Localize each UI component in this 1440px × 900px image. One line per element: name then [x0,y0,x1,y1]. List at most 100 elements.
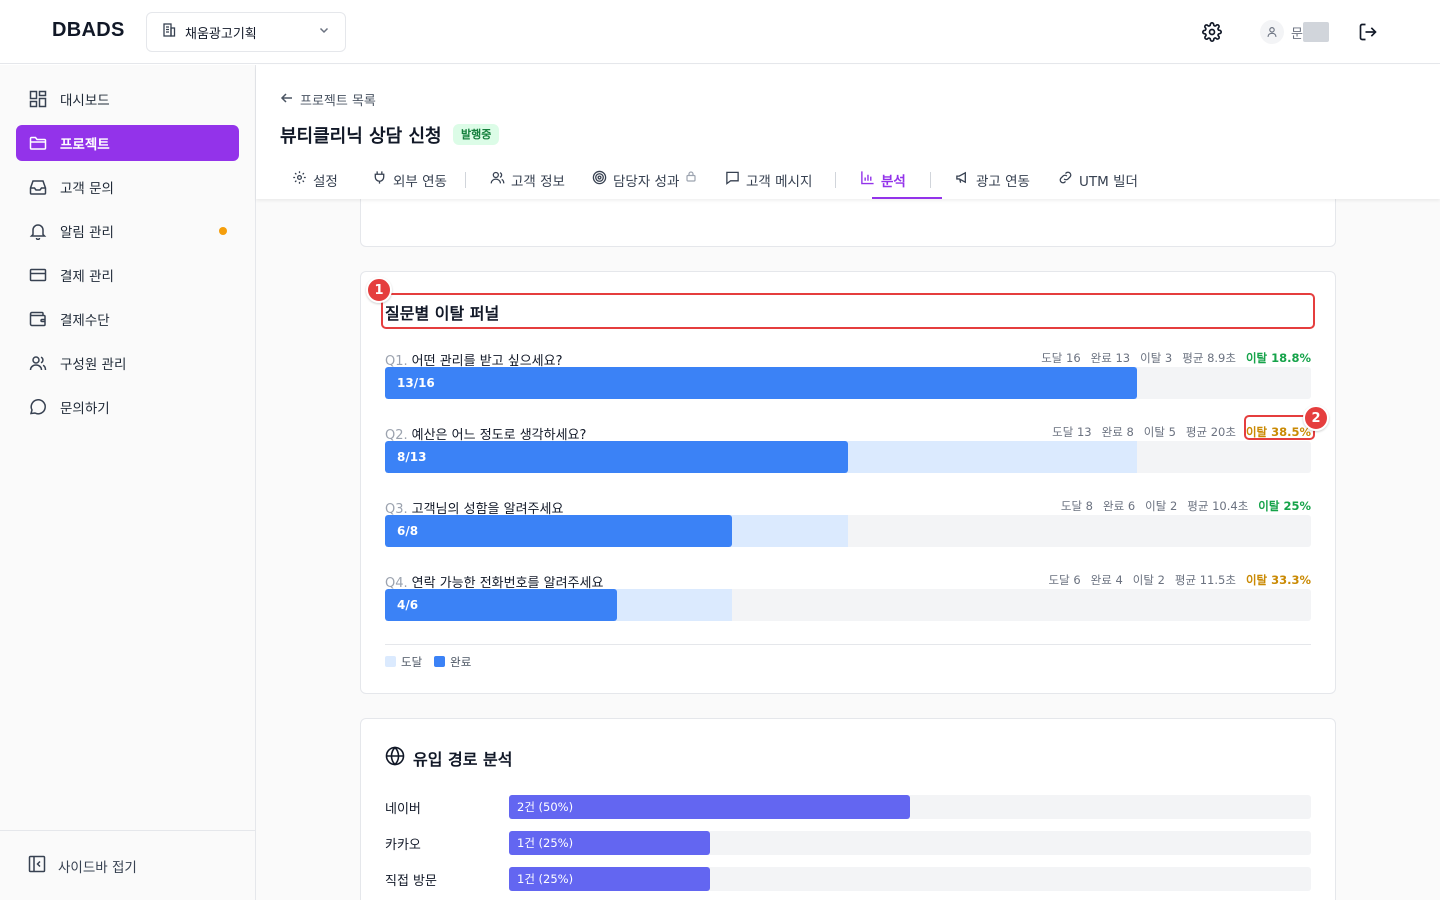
drop-count: 이탈 3 [1140,351,1173,365]
sidebar-item-dashboard[interactable]: 대시보드 [16,81,239,117]
source-bar-track: 2건 (50%) [509,795,1311,819]
sidebar-collapse-button[interactable]: 사이드바 접기 [28,855,137,877]
legend-item-complete: 완료 [434,654,471,670]
inbox-icon [28,177,48,197]
sidebar-item-projects[interactable]: 프로젝트 [16,125,239,161]
redacted-name-block [1303,22,1329,42]
sidebar-item-billing[interactable]: 결제 관리 [16,257,239,293]
tab-analytics[interactable]: 분석 [860,165,906,199]
tab-label: 담당자 성과 [613,174,680,190]
bar-chart-icon [860,170,875,189]
workspace-name: 채움광고기획 [185,26,257,42]
users-icon [490,170,505,189]
tab-utm-builder[interactable]: UTM 빌더 [1058,165,1138,199]
previous-card [360,199,1336,247]
sidebar-item-members[interactable]: 구성원 관리 [16,345,239,381]
notification-dot [219,227,227,235]
sidebar-item-label: 구성원 관리 [60,357,127,373]
funnel-legend: 도달 완료 [385,654,471,670]
source-label: 직접 방문 [385,874,437,889]
project-header: 프로젝트 목록 뷰티클리닉 상담 신청 발행중 설정 외부 연동 고객 정보 담… [256,65,1440,199]
drop-count: 이탈 5 [1143,425,1176,439]
sidebar-item-label: 문의하기 [60,401,110,417]
question-stats: 도달 8 완료 6 이탈 2 평균 10.4초 이탈 25% [1061,498,1311,514]
sidebar-item-label: 대시보드 [60,93,110,109]
tab-staff-performance[interactable]: 담당자 성과 [592,165,697,199]
user-avatar[interactable] [1260,20,1284,44]
source-bar-track: 1건 (25%) [509,867,1311,891]
analytics-content: 질문별 이탈 퍼널 1 Q1. 어떤 관리를 받고 싶으세요? 도달 16 완료 … [256,199,1440,900]
credit-card-icon [28,265,48,285]
avg-time: 평균 10.4초 [1187,499,1249,513]
reach-count: 도달 16 [1041,351,1081,365]
back-to-projects-link[interactable]: 프로젝트 목록 [280,90,376,109]
complete-count: 완료 13 [1090,351,1131,365]
tab-label: 광고 연동 [976,174,1030,190]
funnel-bar-track: 4/6 [385,589,1311,621]
gear-icon [292,170,307,189]
settings-gear-icon[interactable] [1200,20,1224,44]
page-title: 뷰티클리닉 상담 신청 [280,126,442,147]
link-icon [1058,170,1073,189]
tab-customer-messages[interactable]: 고객 메시지 [725,165,812,199]
sidebar-item-label: 결제 관리 [60,269,114,285]
legend-item-reach: 도달 [385,654,422,670]
question-stats: 도달 16 완료 13 이탈 3 평균 8.9초 이탈 18.8% [1041,350,1311,366]
active-tab-indicator [872,197,942,199]
source-bar: 1건 (25%) [509,867,710,891]
sidebar-item-payment-methods[interactable]: 결제수단 [16,301,239,337]
tab-ad-integration[interactable]: 광고 연동 [955,165,1030,199]
plug-icon [372,170,387,189]
complete-count: 완료 4 [1090,573,1123,587]
traffic-source-title: 유입 경로 분석 [385,746,512,770]
sidebar-item-notifications[interactable]: 알림 관리 [16,213,239,249]
source-label: 카카오 [385,838,421,853]
drop-rate: 이탈 33.3% [1245,573,1311,587]
complete-bar: 8/13 [385,441,848,473]
message-icon [725,170,740,189]
tab-label: 외부 연동 [393,174,447,190]
reach-count: 도달 13 [1052,425,1092,439]
chat-icon [28,397,48,417]
traffic-source-title-text: 유입 경로 분석 [413,750,513,769]
reach-count: 도달 8 [1060,499,1093,513]
question-stats: 도달 6 완료 4 이탈 2 평균 11.5초 이탈 33.3% [1049,572,1312,588]
funnel-bar-track: 8/13 [385,441,1311,473]
sidebar-collapse-icon [28,855,46,877]
sidebar-item-contact[interactable]: 문의하기 [16,389,239,425]
workspace-selector[interactable]: 채움광고기획 [146,12,346,52]
reach-count: 도달 6 [1048,573,1081,587]
logout-icon[interactable] [1356,20,1380,44]
complete-bar: 6/8 [385,515,732,547]
tab-customer-info[interactable]: 고객 정보 [490,165,565,199]
traffic-source-card: 유입 경로 분석 네이버 2건 (50%) 카카오 1건 (25%) 직접 방문… [360,718,1336,900]
annotation-marker-1: 1 [366,277,392,303]
drop-count: 이탈 2 [1132,573,1165,587]
tab-separator [930,172,931,188]
source-row: 카카오 1건 (25%) [385,831,1311,855]
avg-time: 평균 8.9초 [1182,351,1236,365]
globe-icon [385,746,405,770]
building-icon [161,22,177,42]
drop-rate: 이탈 18.8% [1245,351,1311,365]
wallet-icon [28,309,48,329]
source-bar: 2건 (50%) [509,795,910,819]
sidebar-item-inquiries[interactable]: 고객 문의 [16,169,239,205]
tab-settings[interactable]: 설정 [292,165,338,199]
tab-integrations[interactable]: 외부 연동 [372,165,447,199]
sidebar: 대시보드 프로젝트 고객 문의 알림 관리 결제 관리 결제수단 구성원 관리 … [0,65,256,900]
tab-label: 분석 [881,174,906,190]
sidebar-collapse-label: 사이드바 접기 [58,860,137,876]
sidebar-item-label: 알림 관리 [60,225,114,241]
tab-separator [835,172,836,188]
app-logo[interactable]: DBADS [52,19,125,42]
status-badge: 발행중 [453,124,500,145]
source-row: 직접 방문 1건 (25%) [385,867,1311,891]
user-name[interactable]: 문 [1291,23,1303,42]
complete-bar: 4/6 [385,589,617,621]
tab-label: 설정 [313,174,338,190]
legend-divider [385,644,1311,645]
users-icon [28,353,48,373]
tab-label: 고객 메시지 [746,174,813,190]
tab-label: UTM 빌더 [1079,174,1138,190]
